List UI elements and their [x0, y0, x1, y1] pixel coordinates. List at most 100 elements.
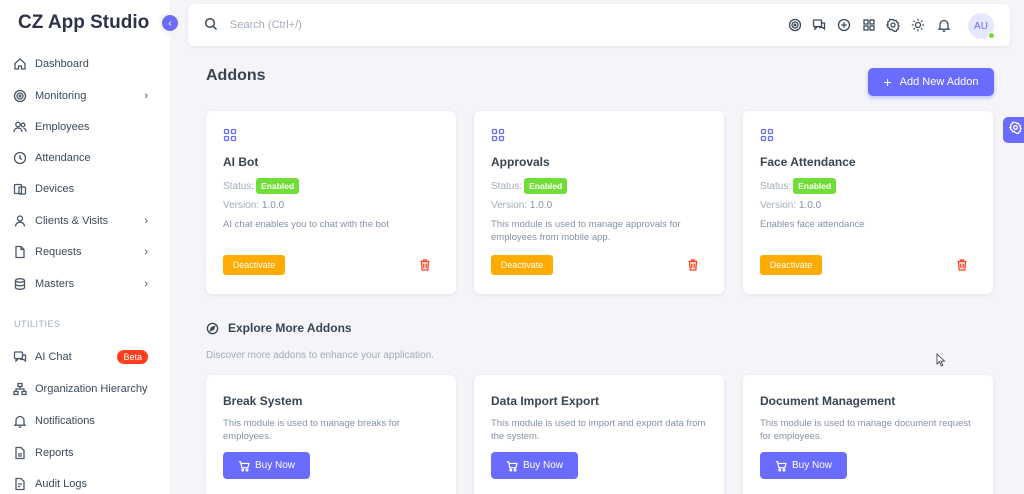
- addon-title: Break System: [223, 394, 303, 408]
- beta-badge: Beta: [117, 350, 148, 364]
- sidebar-item-requests[interactable]: Requests ›: [0, 240, 170, 264]
- sidebar: CZ App Studio Dashboard Monitoring › Emp…: [0, 0, 170, 494]
- status-badge: Enabled: [524, 178, 568, 194]
- sidebar-item-devices[interactable]: Devices: [0, 177, 170, 201]
- trash-icon[interactable]: [418, 258, 432, 272]
- settings-icon: [1008, 121, 1022, 139]
- sidebar-item-label: Requests: [35, 246, 82, 258]
- chevron-right-icon: ›: [144, 215, 148, 227]
- explore-card-data-import-export: Data Import Export This module is used t…: [474, 375, 724, 494]
- brand-title[interactable]: CZ App Studio: [18, 12, 149, 34]
- cart-icon: [238, 460, 250, 472]
- status-label: Status:: [223, 180, 255, 192]
- addon-card-face-attendance: Face Attendance Status: Enabled Version: …: [743, 111, 993, 294]
- customizer-settings-button[interactable]: [1003, 117, 1024, 143]
- version-label: Version:: [491, 200, 528, 211]
- sun-icon[interactable]: [911, 18, 925, 32]
- sidebar-item-notifications[interactable]: Notifications: [0, 409, 170, 433]
- chat-icon: [13, 350, 27, 364]
- audit-icon: [13, 477, 27, 491]
- user-icon: [13, 214, 27, 228]
- buy-now-button[interactable]: Buy Now: [223, 452, 310, 479]
- sidebar-item-label: Dashboard: [35, 58, 89, 70]
- addon-title: AI Bot: [223, 155, 259, 169]
- plus-icon: +: [883, 74, 892, 90]
- buy-now-button[interactable]: Buy Now: [760, 452, 847, 479]
- addon-title: Document Management: [760, 394, 896, 408]
- search-input[interactable]: [230, 15, 490, 35]
- apps-icon: [760, 128, 774, 142]
- home-icon: [13, 57, 27, 71]
- status-badge: Enabled: [793, 178, 837, 194]
- sidebar-item-label: Monitoring: [35, 90, 87, 102]
- version-value: 1.0.0: [529, 200, 553, 211]
- version-value: 1.0.0: [261, 200, 285, 211]
- sidebar-item-label: Employees: [35, 121, 90, 133]
- sidebar-item-reports[interactable]: Reports: [0, 441, 170, 465]
- users-icon: [13, 120, 27, 134]
- sidebar-item-label: Clients & Visits: [35, 215, 109, 227]
- collapse-sidebar-button[interactable]: ‹: [162, 15, 178, 31]
- database-icon: [13, 277, 27, 291]
- chevron-right-icon: ›: [144, 278, 148, 290]
- explore-section-title: Explore More Addons: [206, 321, 352, 335]
- add-new-addon-label: Add New Addon: [899, 76, 979, 88]
- sidebar-item-label: Devices: [35, 183, 75, 195]
- addon-status: Status: Enabled: [760, 178, 837, 194]
- status-badge: Enabled: [256, 178, 300, 194]
- sidebar-item-monitoring[interactable]: Monitoring ›: [0, 84, 170, 108]
- apps-icon: [223, 128, 237, 142]
- deactivate-button[interactable]: Deactivate: [223, 255, 285, 275]
- sidebar-item-label: Notifications: [35, 415, 95, 427]
- sidebar-item-label: AI Chat: [35, 351, 72, 363]
- sidebar-item-organization-hierarchy[interactable]: Organization Hierarchy: [0, 377, 170, 401]
- version-label: Version:: [760, 200, 797, 211]
- cart-icon: [506, 460, 518, 472]
- deactivate-button[interactable]: Deactivate: [491, 255, 553, 275]
- status-label: Status:: [491, 180, 523, 192]
- apps-icon[interactable]: [862, 18, 876, 32]
- bell-icon: [13, 414, 27, 428]
- settings-icon[interactable]: [886, 18, 900, 32]
- sidebar-item-attendance[interactable]: Attendance: [0, 146, 170, 170]
- search-icon[interactable]: [204, 17, 218, 31]
- compass-icon: [206, 322, 219, 335]
- sidebar-item-clients-visits[interactable]: Clients & Visits ›: [0, 209, 170, 233]
- explore-card-document-management: Document Management This module is used …: [743, 375, 993, 494]
- addon-version: Version: 1.0.0: [760, 200, 821, 211]
- addon-description: This module is used to manage approvals …: [491, 219, 681, 243]
- sidebar-item-label: Masters: [35, 278, 75, 290]
- chevron-right-icon: ›: [144, 90, 148, 102]
- sidebar-item-dashboard[interactable]: Dashboard: [0, 52, 170, 76]
- mouse-cursor-icon: [936, 353, 946, 367]
- sidebar-item-ai-chat[interactable]: AI Chat Beta: [0, 345, 170, 369]
- add-new-addon-button[interactable]: + Add New Addon: [868, 68, 994, 96]
- sidebar-item-audit-logs[interactable]: Audit Logs: [0, 472, 170, 494]
- trash-icon[interactable]: [686, 258, 700, 272]
- explore-card-break-system: Break System This module is used to mana…: [206, 375, 456, 494]
- trash-icon[interactable]: [955, 258, 969, 272]
- hierarchy-icon: [13, 382, 27, 396]
- target-icon[interactable]: [788, 18, 802, 32]
- page-title: Addons: [206, 67, 266, 84]
- addon-description: This module is used to import and export…: [491, 418, 706, 442]
- buy-now-button[interactable]: Buy Now: [491, 452, 578, 479]
- apps-icon: [491, 128, 505, 142]
- bell-icon[interactable]: [937, 18, 951, 32]
- online-status-dot: [988, 32, 995, 39]
- explore-subtitle: Discover more addons to enhance your app…: [206, 350, 434, 361]
- plus-circle-icon[interactable]: [837, 18, 851, 32]
- report-icon: [13, 446, 27, 460]
- chat-icon[interactable]: [812, 18, 826, 32]
- sidebar-item-employees[interactable]: Employees: [0, 115, 170, 139]
- addon-title: Approvals: [491, 155, 550, 169]
- devices-icon: [13, 182, 27, 196]
- avatar-initials: AU: [974, 20, 988, 32]
- avatar[interactable]: AU: [968, 13, 995, 39]
- sidebar-item-masters[interactable]: Masters ›: [0, 272, 170, 296]
- sidebar-item-label: Organization Hierarchy: [35, 383, 148, 395]
- addon-status: Status: Enabled: [223, 178, 300, 194]
- deactivate-button[interactable]: Deactivate: [760, 255, 822, 275]
- buy-now-label: Buy Now: [254, 460, 295, 471]
- buy-now-label: Buy Now: [791, 460, 832, 471]
